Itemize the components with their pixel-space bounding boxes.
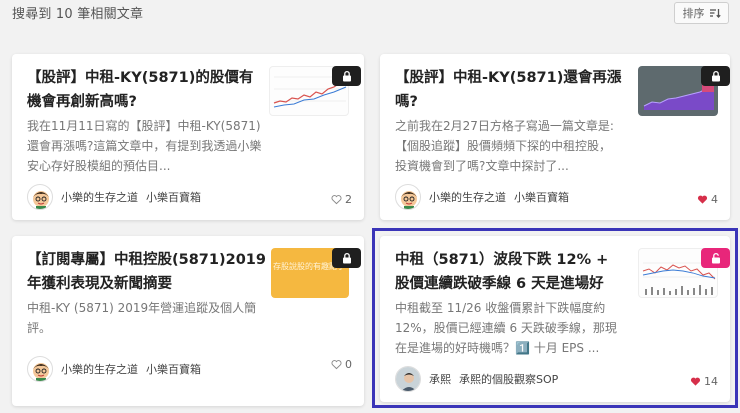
heart-outline-icon xyxy=(331,360,342,370)
article-excerpt: 我在11月11日寫的【股評】中租-KY(5871)還會再漲嗎?這篇文章中，有提到… xyxy=(27,119,262,173)
author-name[interactable]: 小樂的生存之道 xyxy=(429,189,506,205)
lock-badge xyxy=(701,66,730,86)
column-name[interactable]: 小樂百寶箱 xyxy=(146,189,201,205)
article-card[interactable]: 【訂閱專屬】中租控股(5871)2019年獲利表現及新聞摘要 中租-KY (58… xyxy=(12,236,364,406)
heart-outline-icon xyxy=(331,195,342,205)
selection-highlight xyxy=(372,228,738,408)
avatar-face-icon xyxy=(401,191,417,209)
article-author-row: 小樂的生存之道 小樂百寶箱 xyxy=(27,184,201,210)
lock-badge xyxy=(332,248,361,268)
author-avatar[interactable] xyxy=(27,356,53,382)
like-number: 0 xyxy=(345,358,352,371)
article-title[interactable]: 【股評】中租-KY(5871)的股價有機會再創新高嗎? xyxy=(27,66,267,114)
article-author-row: 小樂的生存之道 小樂百寶箱 xyxy=(27,356,201,382)
article-card[interactable]: 【股評】中租-KY(5871)還會再漲嗎? 之前我在2月27日方格子寫過一篇文章… xyxy=(380,54,730,220)
article-author-row: 小樂的生存之道 小樂百寶箱 xyxy=(395,184,569,210)
lock-icon xyxy=(342,70,351,82)
article-excerpt: 之前我在2月27日方格子寫過一篇文章是:【個股追蹤】股價頻頻下探的中租控股，投資… xyxy=(395,119,614,173)
column-name[interactable]: 小樂百寶箱 xyxy=(146,361,201,377)
like-count[interactable]: 4 xyxy=(697,193,718,206)
avatar-face-icon xyxy=(33,363,49,381)
author-name[interactable]: 小樂的生存之道 xyxy=(61,189,138,205)
author-avatar[interactable] xyxy=(395,184,421,210)
sort-icon xyxy=(709,9,721,18)
lock-badge xyxy=(332,66,361,86)
column-name[interactable]: 小樂百寶箱 xyxy=(514,189,569,205)
article-card[interactable]: 【股評】中租-KY(5871)的股價有機會再創新高嗎? 我在11月11日寫的【股… xyxy=(12,54,364,220)
like-count[interactable]: 0 xyxy=(331,358,352,371)
lock-icon xyxy=(342,252,351,264)
like-count[interactable]: 2 xyxy=(331,193,352,206)
article-title[interactable]: 【股評】中租-KY(5871)還會再漲嗎? xyxy=(395,66,635,114)
results-header: 搜尋到 10 筆相關文章 排序 xyxy=(0,0,740,30)
heart-filled-icon xyxy=(697,195,708,204)
lock-icon xyxy=(711,70,720,82)
like-number: 4 xyxy=(711,193,718,206)
result-count: 搜尋到 10 筆相關文章 xyxy=(12,7,144,22)
article-title[interactable]: 【訂閱專屬】中租控股(5871)2019年獲利表現及新聞摘要 xyxy=(27,248,267,296)
sort-button[interactable]: 排序 xyxy=(674,2,729,24)
author-avatar[interactable] xyxy=(27,184,53,210)
author-name[interactable]: 小樂的生存之道 xyxy=(61,361,138,377)
sort-label: 排序 xyxy=(682,7,705,20)
avatar-face-icon xyxy=(33,191,49,209)
article-excerpt: 中租-KY (5871) 2019年營運追蹤及個人簡評。 xyxy=(27,301,257,335)
like-number: 2 xyxy=(345,193,352,206)
